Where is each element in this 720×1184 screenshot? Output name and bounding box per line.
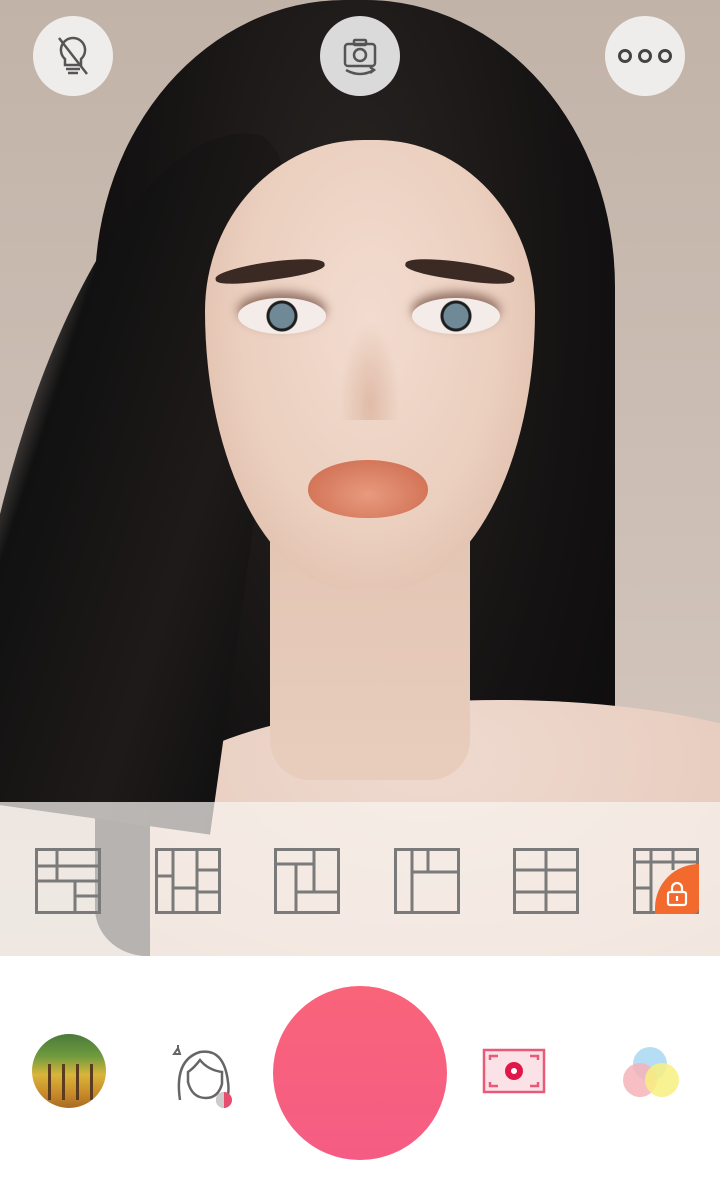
- layout-grid-4[interactable]: [394, 848, 460, 914]
- frame-button[interactable]: [482, 1048, 546, 1094]
- layout-grid-2-icon: [155, 848, 221, 914]
- light-toggle-button[interactable]: [33, 16, 113, 96]
- frame-icon: [482, 1048, 546, 1094]
- model-nose: [340, 320, 400, 420]
- gallery-thumbnail[interactable]: [32, 1034, 106, 1108]
- switch-camera-icon: [343, 38, 377, 76]
- layout-grid-5[interactable]: [513, 848, 579, 914]
- more-icon: [618, 49, 672, 63]
- thumb-detail: [90, 1064, 93, 1100]
- layout-selector: [0, 802, 720, 956]
- switch-camera-button[interactable]: [320, 16, 400, 96]
- lock-icon: [666, 881, 688, 907]
- more-options-button[interactable]: [605, 16, 685, 96]
- bulb-off-icon: [58, 36, 88, 75]
- shutter-button[interactable]: [273, 986, 447, 1160]
- layout-grid-3[interactable]: [274, 848, 340, 914]
- thumb-detail: [62, 1064, 65, 1100]
- thumb-detail: [76, 1064, 79, 1100]
- layout-grid-1[interactable]: [35, 848, 101, 914]
- layout-grid-4-icon: [394, 848, 460, 914]
- layout-grid-5-icon: [513, 848, 579, 914]
- bottom-control-bar: [0, 956, 720, 1184]
- filter-icon: [623, 1047, 679, 1097]
- model-left-eye: [238, 298, 326, 334]
- layout-grid-2[interactable]: [155, 848, 221, 914]
- model-right-eye: [412, 298, 500, 334]
- beauty-face-icon: [172, 1045, 232, 1108]
- layout-grid-3-icon: [274, 848, 340, 914]
- model-lips: [308, 460, 428, 518]
- layout-grid-1-icon: [35, 848, 101, 914]
- thumb-detail: [48, 1064, 51, 1100]
- beauty-button[interactable]: [170, 1042, 234, 1112]
- filter-button[interactable]: [620, 1044, 684, 1100]
